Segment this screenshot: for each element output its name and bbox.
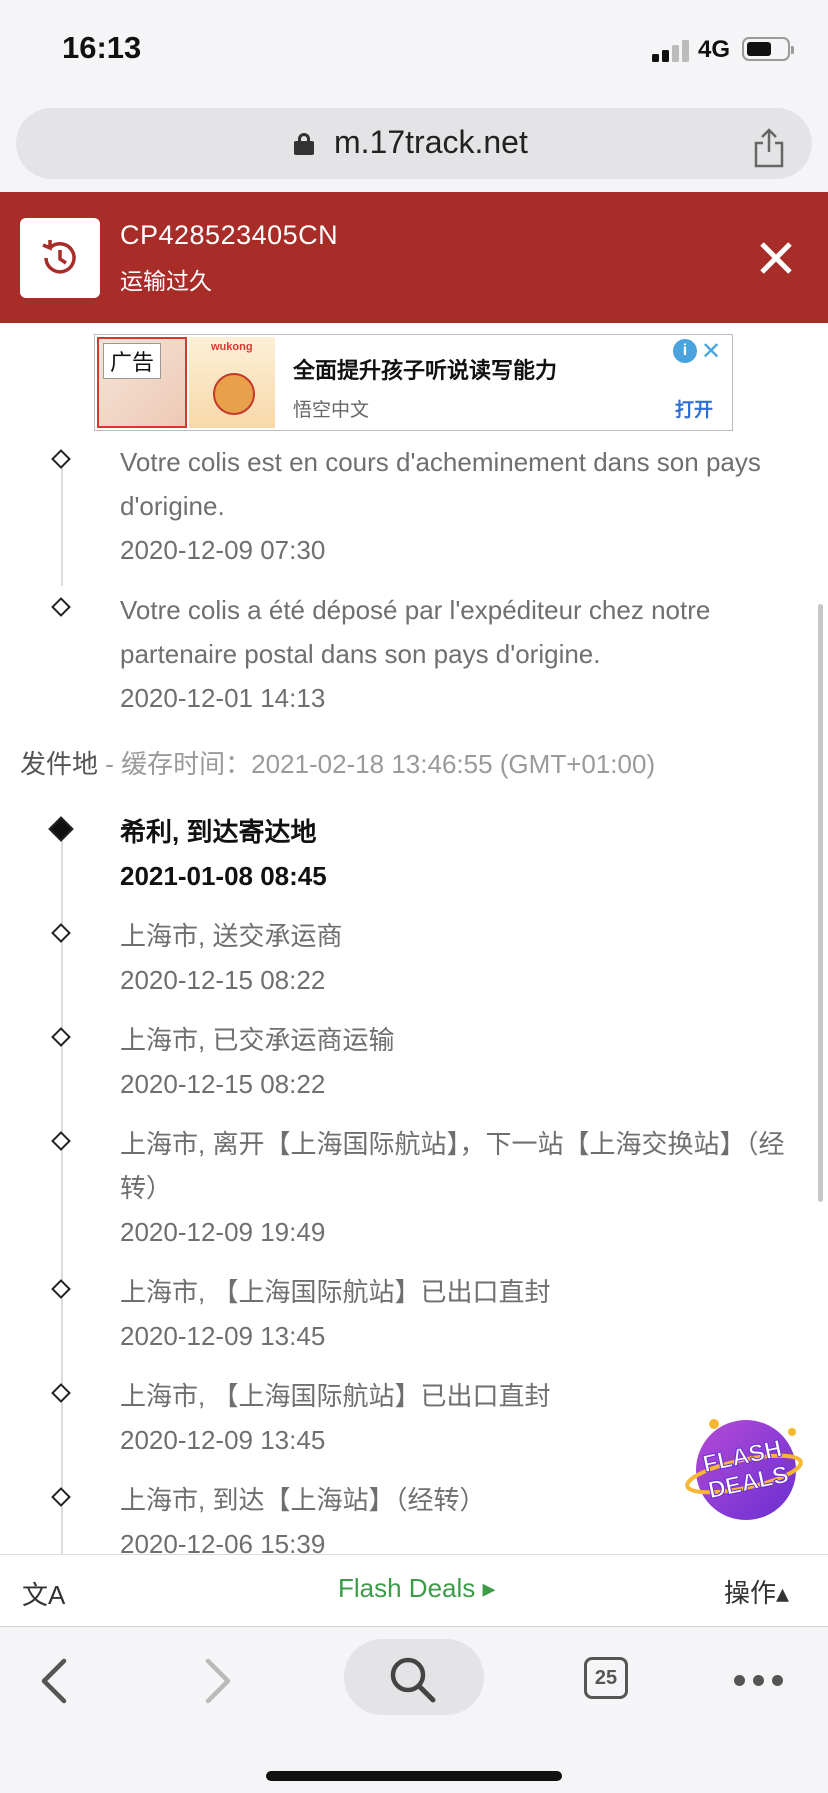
event-marker-icon: [51, 1279, 71, 1299]
more-icon[interactable]: [734, 1673, 791, 1691]
origin-section-title: 发件地: [20, 749, 99, 779]
event-datetime: 2020-12-01 14:13: [120, 683, 326, 713]
event-description: Votre colis a été déposé par l'expéditeu…: [120, 595, 711, 669]
event-datetime: 2020-12-09 07:30: [120, 535, 326, 565]
network-type: 4G: [698, 36, 731, 63]
share-icon[interactable]: [752, 128, 786, 168]
event-datetime: 2020-12-09 19:49: [120, 1217, 326, 1247]
ad-info-icon[interactable]: i: [673, 339, 697, 363]
tracking-number: CP428523405CN: [120, 220, 339, 250]
scrollbar-thumb[interactable]: [818, 604, 823, 1202]
forward-icon[interactable]: [200, 1657, 236, 1705]
timeline-connector: [61, 466, 63, 586]
ad-close-icon[interactable]: ✕: [701, 337, 721, 366]
back-icon[interactable]: [36, 1657, 72, 1705]
event-marker-icon: [51, 449, 71, 469]
history-icon: [42, 240, 76, 274]
event-description: 上海市, 离开【上海国际航站】，下一站【上海交换站】（经转）: [120, 1129, 785, 1203]
tabs-button[interactable]: 25: [584, 1657, 628, 1699]
event-marker-icon: [51, 923, 71, 943]
event-description: 上海市, 到达【上海站】（经转）: [120, 1485, 486, 1515]
event-marker-icon: [51, 1487, 71, 1507]
tracking-status: 运输过久: [120, 268, 212, 294]
flash-deals-badge[interactable]: FLASH DEALS: [684, 1410, 804, 1530]
status-bar: 16:13 4G: [0, 0, 828, 100]
event-marker-icon: [51, 1027, 71, 1047]
address-bar[interactable]: m.17track.net: [16, 108, 812, 179]
ad-advertiser: 悟空中文: [293, 400, 370, 421]
signal-icon: [652, 38, 690, 62]
monkey-icon: [213, 373, 255, 415]
page-toolbar: 文A Flash Deals ▸ 操作▴: [0, 1554, 828, 1627]
ad-banner[interactable]: 广告 wukong 全面提升孩子听说读写能力 悟空中文 打开 i ✕: [94, 334, 733, 431]
ad-label: 广告: [103, 343, 162, 379]
event-marker-icon: [51, 597, 71, 617]
url-text[interactable]: m.17track.net: [334, 124, 528, 161]
event-description: Votre colis est en cours d'acheminement …: [120, 447, 761, 521]
clock: 16:13: [62, 30, 142, 65]
battery-icon: [742, 37, 794, 61]
event-description: 希利, 到达寄达地: [120, 817, 317, 847]
event-datetime: 2020-12-15 08:22: [120, 965, 326, 995]
event-datetime: 2020-12-09 13:45: [120, 1321, 326, 1351]
browser-toolbar: 25: [0, 1626, 828, 1793]
ad-brand: wukong: [211, 341, 253, 353]
flash-deals-link[interactable]: Flash Deals ▸: [338, 1573, 496, 1604]
history-button[interactable]: [20, 218, 100, 298]
ad-open-button[interactable]: 打开: [675, 395, 713, 422]
ad-logo-image: wukong: [189, 337, 275, 428]
search-button[interactable]: [344, 1639, 484, 1715]
timeline-connector: [61, 840, 63, 1554]
event-description: 上海市, 已交承运商运输: [120, 1025, 395, 1055]
origin-section-header: 发件地 - 缓存时间：2021-02-18 13:46:55 (GMT+01:0…: [20, 744, 655, 781]
tracking-header: CP428523405CN 运输过久: [0, 192, 828, 323]
close-icon[interactable]: [758, 240, 794, 276]
latest-event-marker-icon: [48, 816, 74, 842]
search-icon: [390, 1657, 436, 1703]
lock-icon: [294, 133, 314, 155]
event-marker-icon: [51, 1383, 71, 1403]
ad-title: 全面提升孩子听说读写能力: [293, 358, 558, 383]
event-description: 上海市, 送交承运商: [120, 921, 343, 951]
event-datetime: 2021-01-08 08:45: [120, 861, 327, 891]
event-description: 上海市, 【上海国际航站】已出口直封: [120, 1381, 551, 1411]
event-marker-icon: [51, 1131, 71, 1151]
cache-label: - 缓存时间：: [98, 749, 252, 779]
operations-menu-button[interactable]: 操作▴: [724, 1573, 789, 1610]
event-datetime: 2020-12-15 08:22: [120, 1069, 326, 1099]
cache-time: 2021-02-18 13:46:55 (GMT+01:00): [251, 749, 656, 779]
event-description: 上海市, 【上海国际航站】已出口直封: [120, 1277, 551, 1307]
translate-icon[interactable]: 文A: [22, 1575, 65, 1612]
home-indicator: [266, 1771, 562, 1781]
browser-address-row: m.17track.net: [0, 100, 828, 192]
